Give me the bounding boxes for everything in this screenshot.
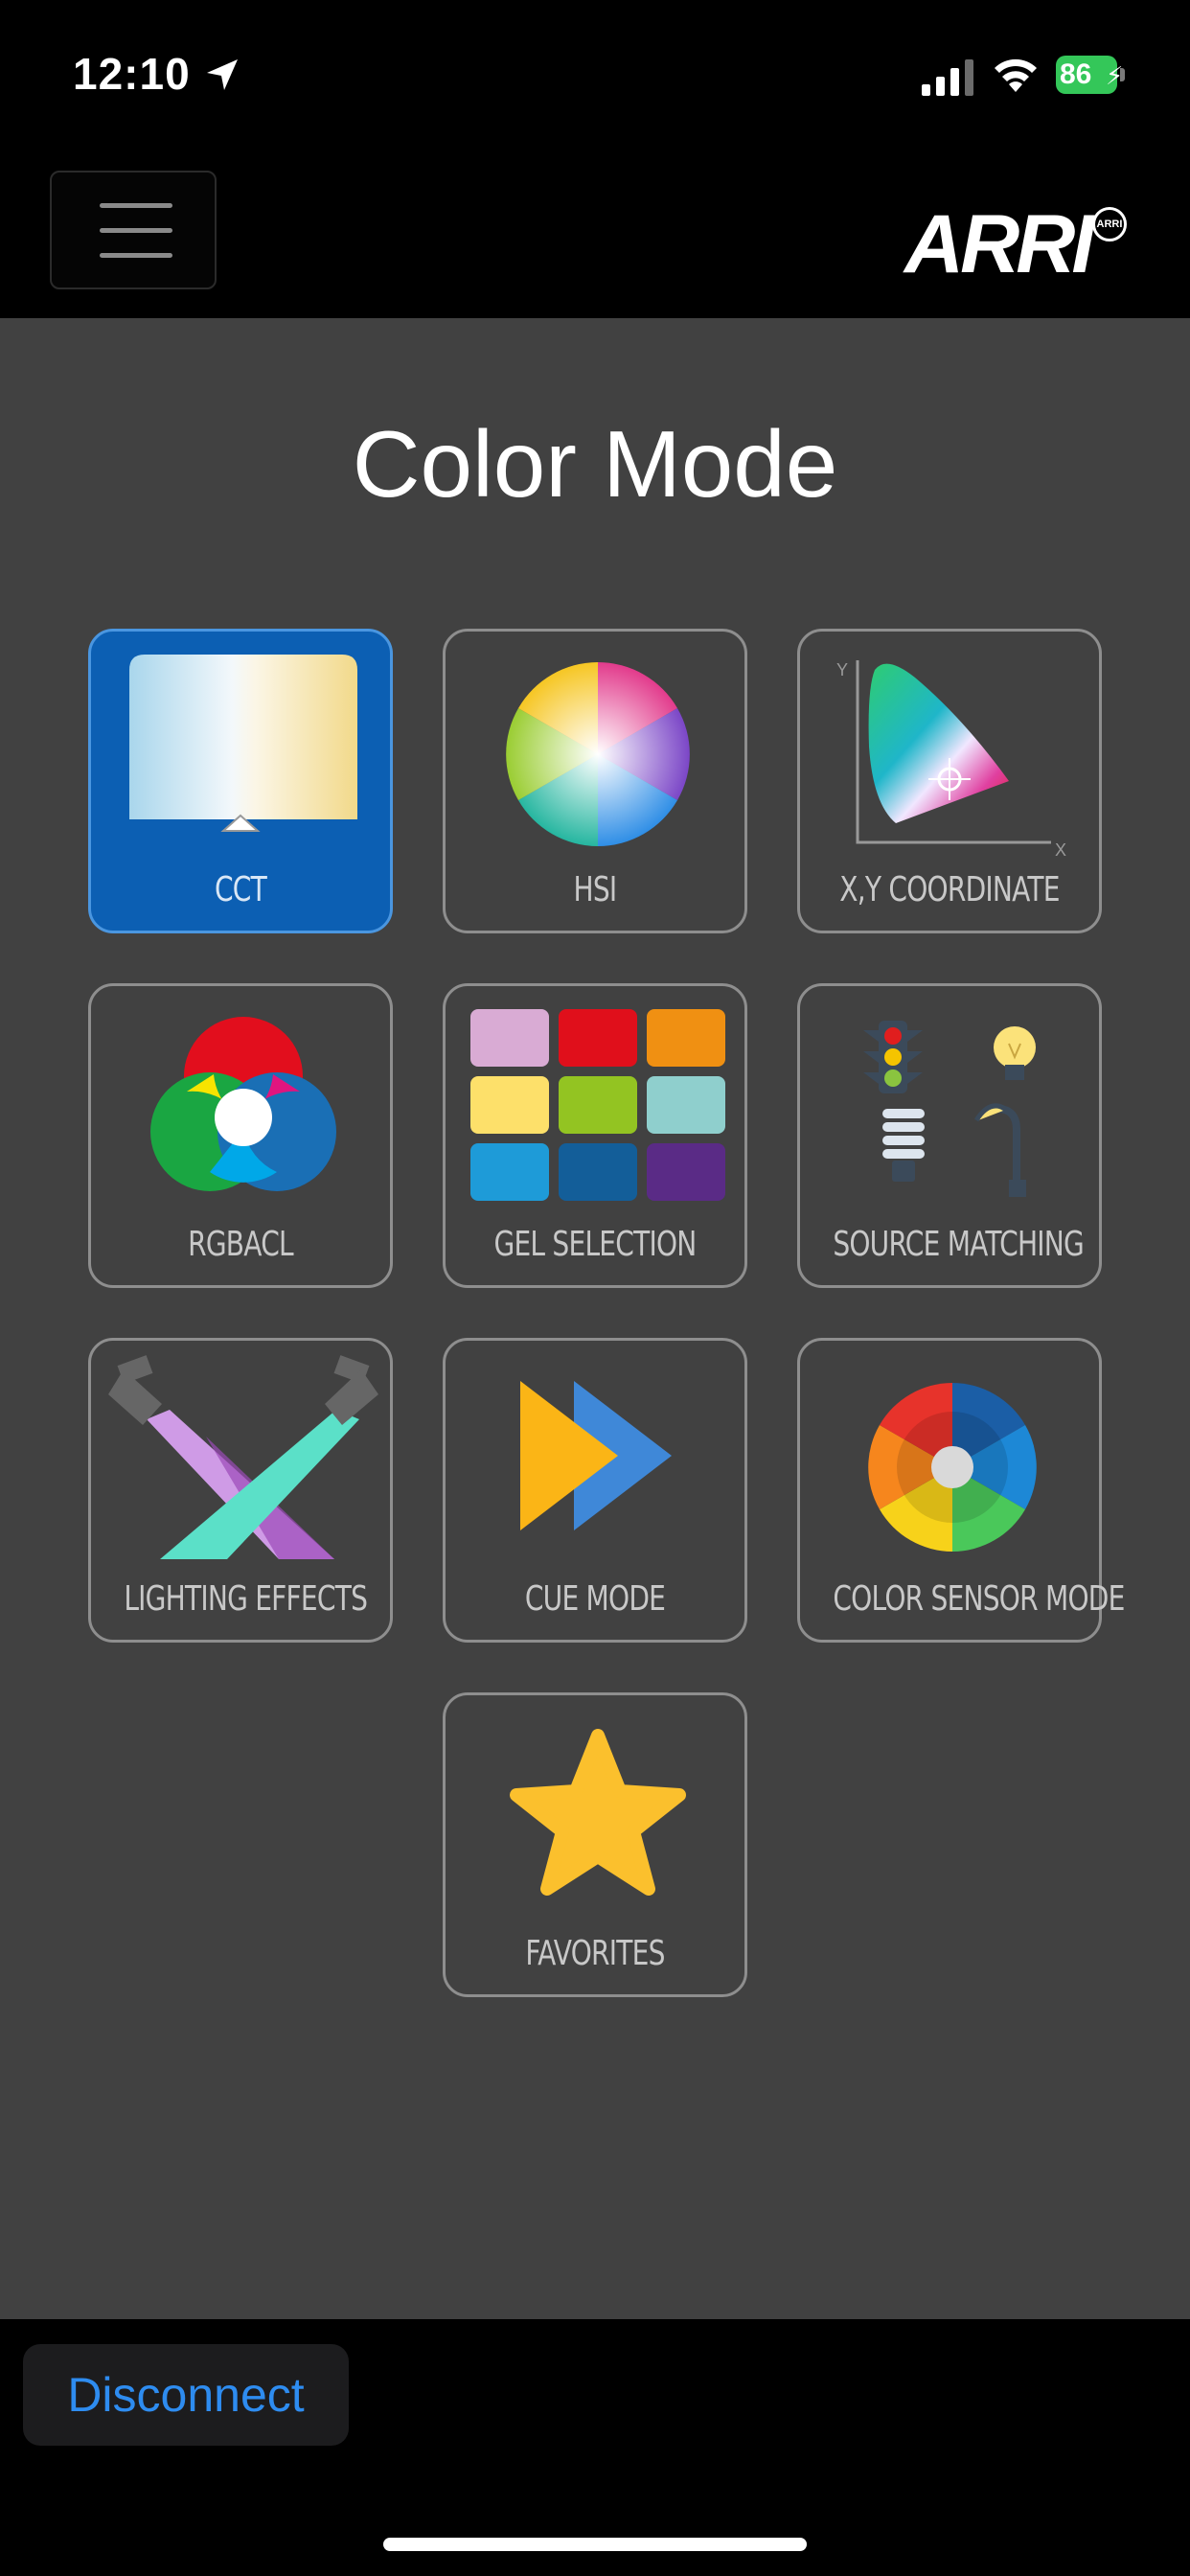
hamburger-line: [100, 253, 172, 258]
cct-icon: [129, 655, 357, 832]
tile-label: CCT: [214, 870, 267, 909]
tile-label: COLOR SENSOR MODE: [833, 1579, 1125, 1619]
star-icon: [510, 1729, 686, 1896]
disconnect-button[interactable]: Disconnect: [23, 2344, 349, 2446]
tile-label: CUE MODE: [524, 1579, 666, 1619]
tile-label: SOURCE MATCHING: [833, 1225, 1085, 1264]
tile-cct[interactable]: CCT: [88, 629, 393, 933]
tile-cue-mode[interactable]: CUE MODE: [443, 1338, 747, 1643]
cellular-signal-icon: [922, 59, 973, 96]
tile-source-matching[interactable]: SOURCE MATCHING: [797, 983, 1102, 1288]
svg-text:X: X: [1055, 840, 1066, 860]
tile-label: X,Y COORDINATE: [839, 870, 1060, 909]
battery-level: 86: [1060, 58, 1092, 90]
rgbacl-icon: [150, 1017, 336, 1191]
tile-gel-selection[interactable]: GEL SELECTION: [443, 983, 747, 1288]
bottom-bar: Disconnect: [0, 2319, 1190, 2576]
hamburger-menu-button[interactable]: [50, 171, 217, 289]
source-matching-icon: [863, 1021, 1036, 1197]
status-bar: 12:10 86 ⚡: [0, 0, 1190, 153]
tile-label: RGBACL: [188, 1225, 294, 1264]
home-indicator[interactable]: [383, 2538, 807, 2551]
hsi-icon: [506, 662, 690, 846]
tile-label: FAVORITES: [525, 1934, 665, 1973]
tile-lighting-effects[interactable]: LIGHTING EFFECTS: [88, 1338, 393, 1643]
color-mode-screen: Color Mode CCT HSI Y X X,Y COORDINATE RG…: [0, 318, 1190, 2319]
cue-mode-icon: [520, 1381, 672, 1530]
svg-text:Y: Y: [836, 660, 848, 679]
tile-hsi[interactable]: HSI: [443, 629, 747, 933]
wifi-icon: [995, 58, 1037, 92]
tile-xy-coordinate[interactable]: Y X X,Y COORDINATE: [797, 629, 1102, 933]
color-sensor-icon: [868, 1383, 1037, 1552]
status-time: 12:10: [73, 49, 191, 99]
xy-coordinate-icon: Y X: [836, 660, 1066, 860]
tile-label: LIGHTING EFFECTS: [124, 1579, 368, 1619]
logo-seal: ARRI: [1092, 207, 1127, 242]
hamburger-line: [100, 228, 172, 233]
tile-favorites[interactable]: FAVORITES: [443, 1692, 747, 1997]
lighting-effects-icon: [108, 1355, 378, 1559]
logo-text: ARRI: [904, 198, 1094, 290]
hamburger-icon: [100, 203, 172, 208]
arri-logo: ARRI ARRI: [904, 198, 1134, 290]
tile-rgbacl[interactable]: RGBACL: [88, 983, 393, 1288]
tile-label: HSI: [573, 870, 618, 909]
tile-label: GEL SELECTION: [493, 1225, 697, 1264]
page-title: Color Mode: [352, 411, 838, 517]
gel-selection-icon: [470, 1009, 725, 1201]
location-arrow-icon: [207, 59, 238, 90]
nav-bar: ARRI ARRI: [0, 153, 1190, 318]
tile-color-sensor-mode[interactable]: COLOR SENSOR MODE: [797, 1338, 1125, 1643]
battery-icon: 86 ⚡: [1056, 56, 1127, 94]
